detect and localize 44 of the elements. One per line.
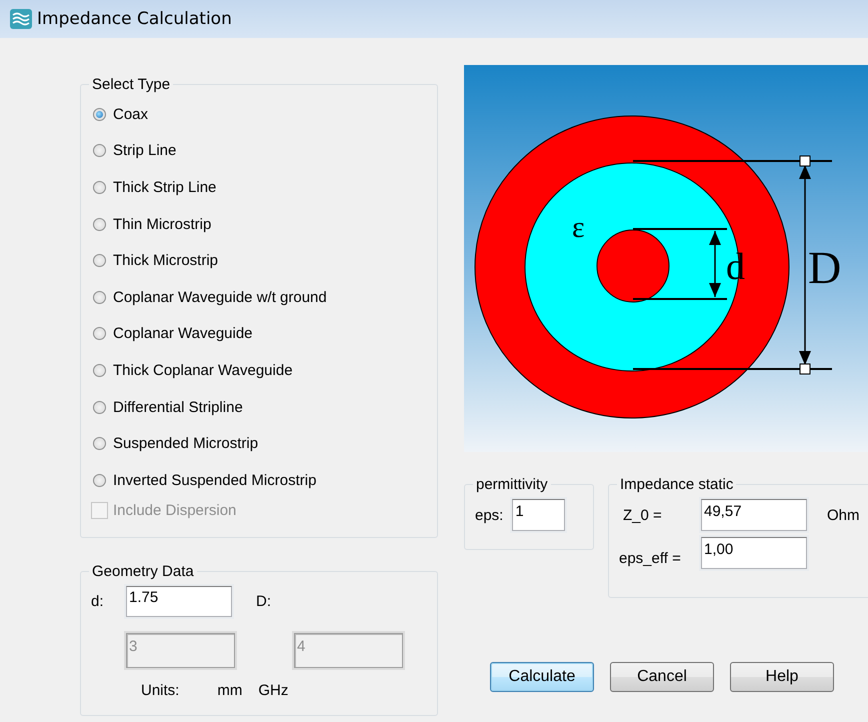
group-label: Select Type	[91, 76, 172, 93]
dialog-button[interactable]: Calculate	[490, 662, 594, 692]
radio-button[interactable]	[93, 437, 106, 450]
field-label: eps_eff =	[619, 550, 682, 566]
input-field[interactable]: 1.75	[126, 586, 232, 617]
group-label: Impedance static	[619, 476, 734, 493]
units-label: Units:	[141, 682, 180, 699]
radio-label[interactable]: Differential Stripline	[113, 398, 243, 416]
radio-button[interactable]	[93, 290, 106, 304]
radio-label[interactable]: Inverted Suspended Microstrip	[113, 472, 316, 489]
radio-label[interactable]: Strip Line	[113, 142, 176, 160]
radio-button[interactable]	[93, 108, 106, 121]
radio-label[interactable]: Suspended Microstrip	[113, 435, 258, 452]
dialog-button[interactable]: Help	[730, 662, 834, 692]
radio-button[interactable]	[93, 144, 106, 158]
radio-label[interactable]: Thick Microstrip	[113, 252, 218, 270]
radio-button[interactable]	[93, 327, 106, 340]
unit-text: mm	[217, 682, 242, 699]
field-label: Z_0 =	[623, 506, 663, 524]
radio-label[interactable]: Coplanar Waveguide	[113, 325, 253, 342]
radio-button[interactable]	[93, 180, 106, 194]
radio-button[interactable]	[93, 218, 106, 231]
dialog-button[interactable]: Cancel	[610, 662, 714, 692]
unit-text: Ohm	[827, 506, 860, 524]
window-title: Impedance Calculation	[37, 9, 232, 29]
group-label: Geometry Data	[91, 563, 195, 580]
field-label: D:	[256, 593, 271, 610]
radio-label[interactable]: Thick Coplanar Waveguide	[113, 362, 293, 379]
field-label: eps:	[475, 506, 504, 524]
radio-button[interactable]	[93, 400, 106, 414]
radio-button[interactable]	[93, 254, 106, 268]
radio-button[interactable]	[93, 364, 106, 377]
radio-label[interactable]: Thin Microstrip	[113, 216, 212, 233]
input-field[interactable]: 1	[512, 499, 566, 531]
input-field[interactable]: 1,00	[701, 537, 807, 569]
radio-label[interactable]: Coax	[113, 106, 148, 123]
input-field[interactable]: 49,57	[701, 499, 807, 531]
wave-icon	[10, 9, 32, 29]
field-label: d:	[91, 593, 105, 610]
radio-label[interactable]: Coplanar Waveguide w/t ground	[113, 288, 327, 306]
radio-button[interactable]	[93, 474, 106, 487]
radio-label[interactable]: Thick Strip Line	[113, 178, 216, 196]
group-label: permittivity	[475, 476, 549, 493]
unit-text: GHz	[258, 682, 288, 699]
